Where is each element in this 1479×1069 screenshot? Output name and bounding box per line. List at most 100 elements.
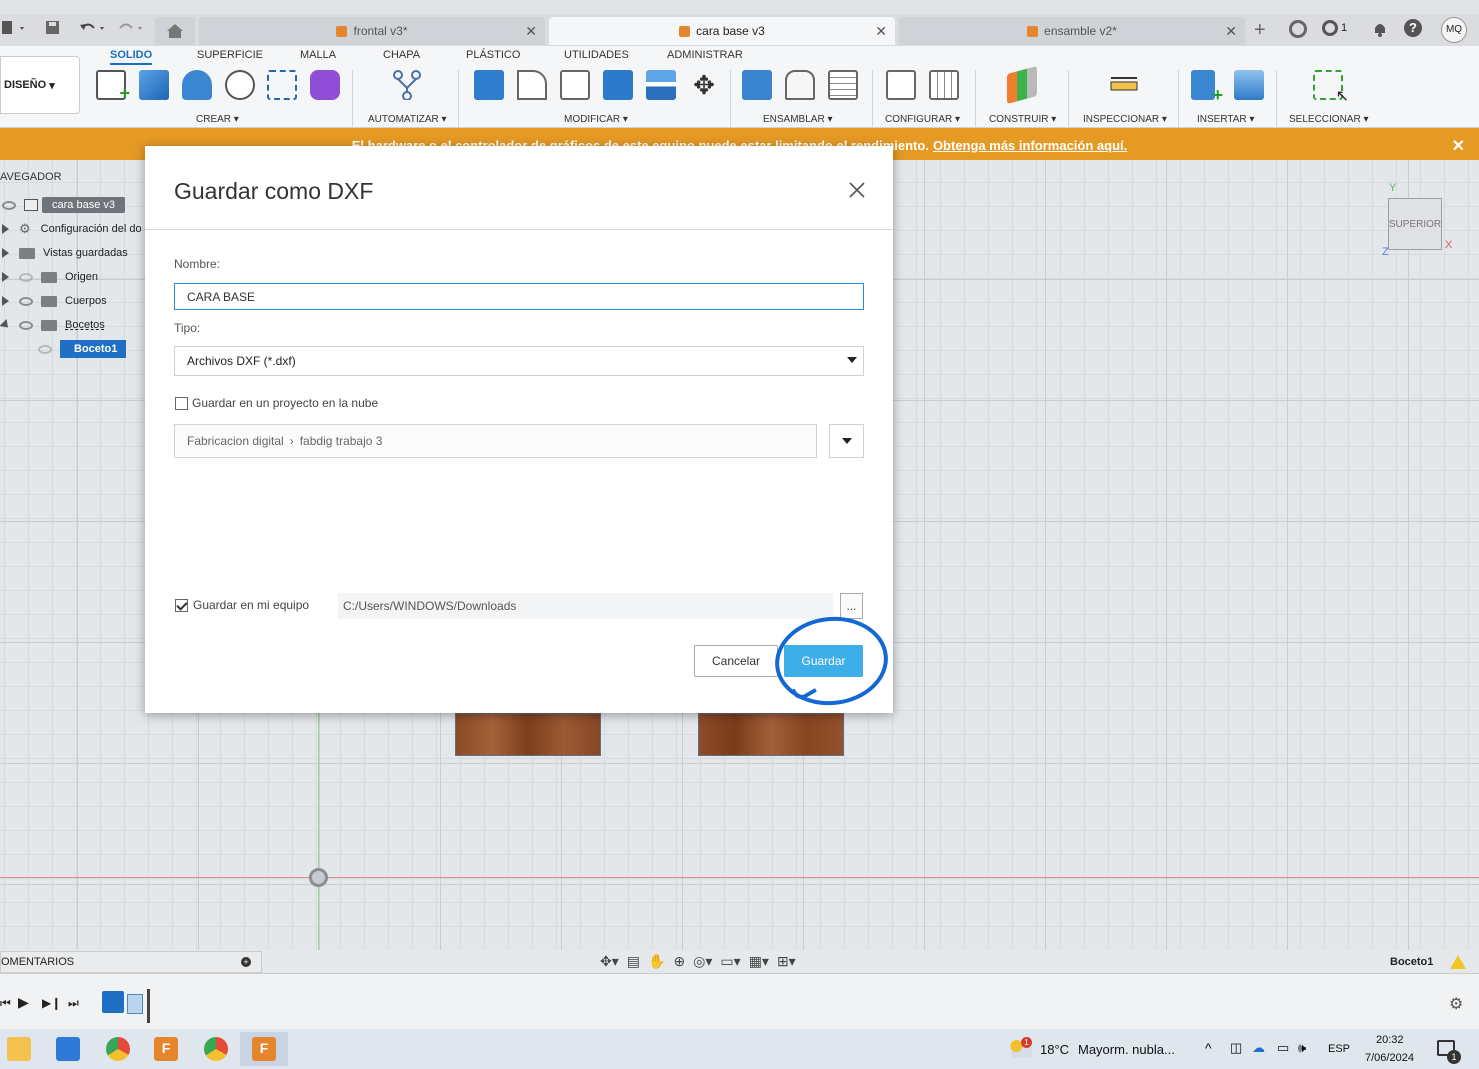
collapse-arrow-icon[interactable] — [0, 318, 12, 332]
group-construir[interactable]: CONSTRUIR ▾ — [989, 114, 1056, 125]
store-icon[interactable] — [56, 1037, 80, 1061]
orbit-icon[interactable]: ✥▾ — [600, 953, 619, 970]
visibility-eye-icon[interactable] — [19, 296, 33, 306]
ribbon-tab-solido[interactable]: SOLIDO — [110, 49, 153, 65]
warning-more-info-link[interactable]: Obtenga más información aquí. — [933, 138, 1127, 153]
file-menu-icon[interactable] — [2, 19, 28, 37]
warning-icon[interactable] — [1450, 955, 1466, 969]
pan-hand-icon[interactable]: ✋ — [648, 953, 665, 970]
timeline-settings-gear-icon[interactable]: ⚙ — [1449, 994, 1463, 1014]
chrome-profile-icon[interactable] — [106, 1037, 130, 1061]
browser-item-configuracion[interactable]: ⚙ Configuración del do — [0, 218, 146, 240]
pattern-icon[interactable] — [267, 70, 297, 100]
doc-tab-ensamble[interactable]: ensamble v2* ✕ — [899, 17, 1245, 45]
construct-plane-icon[interactable] — [1007, 65, 1037, 105]
ribbon-tab-utilidades[interactable]: UTILIDADES — [564, 49, 629, 61]
browser-root[interactable]: cara base v3 — [0, 194, 146, 216]
display-settings-icon[interactable]: ▭▾ — [720, 953, 740, 970]
fillet-icon[interactable] — [517, 70, 547, 100]
shell-icon[interactable] — [560, 70, 590, 100]
hidden-eye-icon[interactable] — [38, 344, 52, 354]
timeline-body-feature[interactable] — [127, 994, 143, 1014]
add-comment-icon[interactable]: + — [241, 957, 251, 967]
redo-icon[interactable] — [116, 19, 146, 37]
form-icon[interactable] — [310, 70, 340, 100]
timeline-sketch-feature[interactable] — [102, 991, 124, 1013]
home-tab[interactable] — [155, 17, 195, 45]
network-icon[interactable]: ▭ — [1277, 1040, 1289, 1056]
extrude-icon[interactable] — [139, 70, 169, 100]
group-ensamblar[interactable]: ENSAMBLAR ▾ — [763, 114, 833, 125]
configuration-table-icon[interactable] — [929, 70, 959, 100]
cancel-button[interactable]: Cancelar — [694, 645, 778, 677]
create-sketch-icon[interactable]: + — [96, 70, 130, 103]
fusion360-active-icon[interactable]: F — [252, 1037, 276, 1061]
save-icon[interactable] — [44, 19, 62, 37]
timeline-marker[interactable] — [147, 989, 150, 1023]
file-type-select[interactable]: Archivos DXF (*.dxf) — [174, 346, 864, 376]
browser-item-origen[interactable]: Origen — [0, 266, 146, 288]
browser-item-vistas[interactable]: Vistas guardadas — [0, 242, 146, 264]
body-right[interactable] — [698, 713, 844, 756]
ribbon-tab-administrar[interactable]: ADMINISTRAR — [667, 49, 743, 61]
workspace-switcher[interactable]: DISEÑO ▾ — [0, 56, 80, 114]
job-status[interactable]: 1 — [1322, 20, 1347, 36]
expand-arrow-icon[interactable] — [2, 248, 9, 258]
weather-text[interactable]: Mayorm. nubla... — [1078, 1042, 1175, 1057]
select-window-icon[interactable]: ↖ — [1313, 70, 1349, 105]
user-avatar[interactable]: MQ — [1441, 17, 1467, 43]
look-at-icon[interactable]: ▤ — [627, 953, 640, 970]
close-tab-icon[interactable]: ✕ — [525, 23, 537, 40]
language-indicator[interactable]: ESP — [1328, 1043, 1350, 1055]
automate-icon[interactable] — [392, 70, 422, 101]
measure-icon[interactable] — [1109, 70, 1139, 100]
insert-derive-icon[interactable]: + — [1191, 70, 1223, 105]
fusion360-icon[interactable]: F — [154, 1037, 178, 1061]
move-copy-icon[interactable]: ✥ — [689, 70, 719, 100]
group-crear[interactable]: CREAR ▾ — [196, 114, 239, 125]
local-save-checkbox[interactable] — [175, 599, 188, 612]
press-pull-icon[interactable] — [474, 70, 504, 100]
chrome-icon[interactable] — [204, 1037, 228, 1061]
weather-temp[interactable]: 18°C — [1040, 1042, 1069, 1057]
chevron-up-icon[interactable]: ^ — [1205, 1040, 1212, 1056]
doc-tab-cara-base[interactable]: cara base v3 ✕ — [549, 17, 895, 45]
extensions-icon[interactable] — [1289, 20, 1307, 38]
close-icon[interactable] — [845, 178, 869, 202]
name-input[interactable] — [174, 283, 864, 310]
expand-arrow-icon[interactable] — [2, 272, 9, 282]
clock-time[interactable]: 20:32 — [1376, 1034, 1404, 1046]
browse-folder-button[interactable]: ... — [840, 593, 863, 619]
group-configurar[interactable]: CONFIGURAR ▾ — [885, 114, 960, 125]
expand-arrow-icon[interactable] — [2, 224, 9, 234]
close-tab-icon[interactable]: ✕ — [1225, 23, 1237, 40]
joint-icon[interactable] — [785, 70, 815, 100]
ribbon-tab-superficie[interactable]: SUPERFICIE — [197, 49, 263, 61]
browser-item-bocetos[interactable]: Bocetos — [0, 314, 146, 336]
timeline-step-forward-icon[interactable]: ▶❙ — [42, 996, 61, 1010]
cloud-location-dropdown[interactable] — [829, 424, 864, 458]
warning-close-icon[interactable]: ✕ — [1452, 136, 1465, 156]
browser-item-cuerpos[interactable]: Cuerpos — [0, 290, 146, 312]
visibility-eye-icon[interactable] — [19, 320, 33, 330]
speaker-icon[interactable]: 🕪 — [1298, 1040, 1306, 1056]
browser-item-boceto1[interactable]: Boceto1 — [0, 338, 146, 360]
grid-settings-icon[interactable]: ▦▾ — [749, 953, 769, 970]
comments-panel[interactable]: OMENTARIOS + — [0, 951, 262, 973]
group-modificar[interactable]: MODIFICAR ▾ — [564, 114, 628, 125]
doc-tab-frontal[interactable]: frontal v3* ✕ — [199, 17, 545, 45]
ribbon-tab-malla[interactable]: MALLA — [300, 49, 336, 61]
zoom-icon[interactable]: ⊕ — [673, 953, 685, 970]
view-cube[interactable]: SUPERIOR — [1388, 198, 1442, 250]
ribbon-tab-plastico[interactable]: PLÁSTICO — [466, 49, 520, 61]
new-tab-plus-icon[interactable]: + — [1254, 19, 1266, 42]
group-automatizar[interactable]: AUTOMATIZAR ▾ — [368, 114, 447, 125]
group-insertar[interactable]: INSERTAR ▾ — [1197, 114, 1254, 125]
split-body-icon[interactable] — [646, 70, 676, 100]
combine-icon[interactable] — [603, 70, 633, 100]
clock-date[interactable]: 7/06/2024 — [1365, 1052, 1414, 1064]
timeline-start-icon[interactable]: ⏮ — [0, 996, 11, 1011]
new-component-icon[interactable] — [742, 70, 772, 100]
notifications-bell-icon[interactable] — [1372, 20, 1388, 38]
onedrive-cloud-icon[interactable]: ☁ — [1252, 1040, 1265, 1056]
